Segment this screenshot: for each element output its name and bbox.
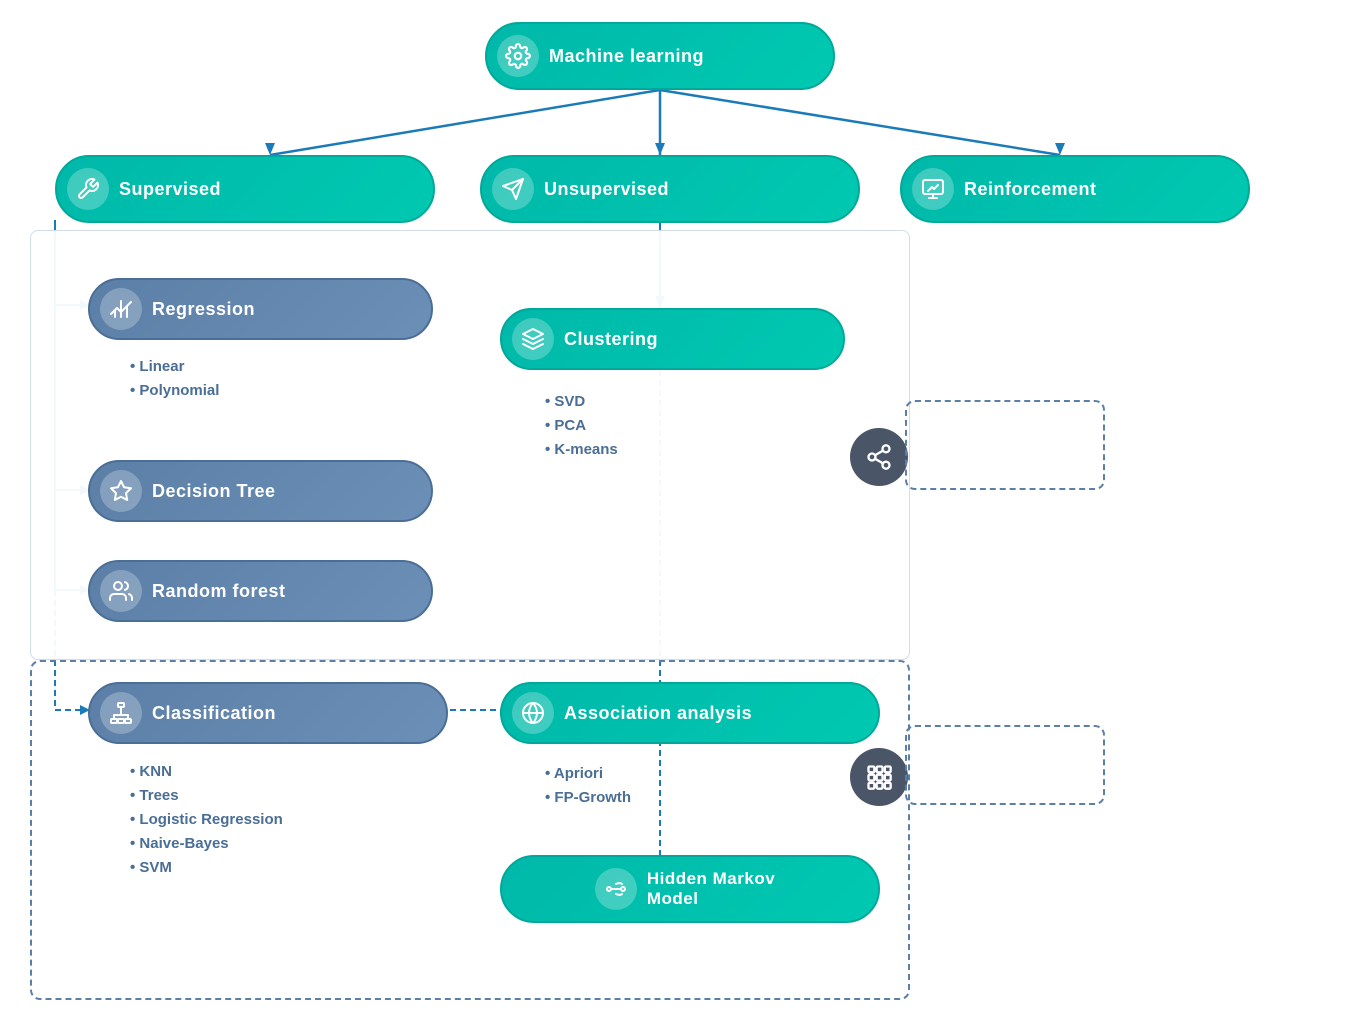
- share-icon-circle: [850, 428, 908, 486]
- supervised-node: Supervised: [55, 155, 435, 223]
- dashed-box-top-right: [905, 400, 1105, 490]
- regression-list: Linear Polynomial: [130, 355, 219, 403]
- unsupervised-label: Unsupervised: [544, 179, 669, 200]
- regression-node: Regression: [88, 278, 433, 340]
- reinforcement-node: Reinforcement: [900, 155, 1250, 223]
- hidden-markov-label: Hidden Markov: [647, 869, 775, 889]
- gear-icon: [497, 35, 539, 77]
- paper-plane-icon: [492, 168, 534, 210]
- assoc-item-1: Apriori: [545, 762, 631, 786]
- machine-learning-label: Machine learning: [549, 46, 704, 67]
- unsupervised-node: Unsupervised: [480, 155, 860, 223]
- decision-tree-label: Decision Tree: [152, 481, 276, 502]
- association-analysis-label: Association analysis: [564, 703, 752, 724]
- decision-tree-node: Decision Tree: [88, 460, 433, 522]
- class-item-3: Logistic Regression: [130, 808, 283, 832]
- machine-learning-node: Machine learning: [485, 22, 835, 90]
- assoc-item-2: FP-Growth: [545, 786, 631, 810]
- class-item-5: SVM: [130, 856, 283, 880]
- association-analysis-node: Association analysis: [500, 682, 880, 744]
- clustering-item-1: SVD: [545, 390, 618, 414]
- reinforcement-label: Reinforcement: [964, 179, 1097, 200]
- random-forest-node: Random forest: [88, 560, 433, 622]
- dashed-box-bottom-right: [905, 725, 1105, 805]
- association-list: Apriori FP-Growth: [545, 762, 631, 810]
- class-item-1: KNN: [130, 760, 283, 784]
- layers-icon: [512, 318, 554, 360]
- supervised-label: Supervised: [119, 179, 221, 200]
- grid-icon-circle: [850, 748, 908, 806]
- network-icon: [512, 692, 554, 734]
- classification-list: KNN Trees Logistic Regression Naive-Baye…: [130, 760, 283, 880]
- tree-icon: [100, 470, 142, 512]
- classification-node: Classification: [88, 682, 448, 744]
- path-icon: [595, 868, 637, 910]
- wrench-icon: [67, 168, 109, 210]
- forest-icon: [100, 570, 142, 612]
- clustering-node: Clustering: [500, 308, 845, 370]
- clustering-label: Clustering: [564, 329, 658, 350]
- chart-icon: [100, 288, 142, 330]
- hidden-markov-label2: Model: [647, 889, 775, 909]
- hidden-markov-node: Hidden Markov Model: [500, 855, 880, 923]
- regression-label: Regression: [152, 299, 255, 320]
- random-forest-label: Random forest: [152, 581, 286, 602]
- class-item-2: Trees: [130, 784, 283, 808]
- regression-item-1: Linear: [130, 355, 219, 379]
- hierarchy-icon: [100, 692, 142, 734]
- regression-item-2: Polynomial: [130, 379, 219, 403]
- class-item-4: Naive-Bayes: [130, 832, 283, 856]
- clustering-list: SVD PCA K-means: [545, 390, 618, 462]
- diagram-container: Machine learning Supervised Unsupervised: [0, 0, 1366, 1023]
- clustering-item-2: PCA: [545, 414, 618, 438]
- monitor-icon: [912, 168, 954, 210]
- classification-label: Classification: [152, 703, 276, 724]
- clustering-item-3: K-means: [545, 438, 618, 462]
